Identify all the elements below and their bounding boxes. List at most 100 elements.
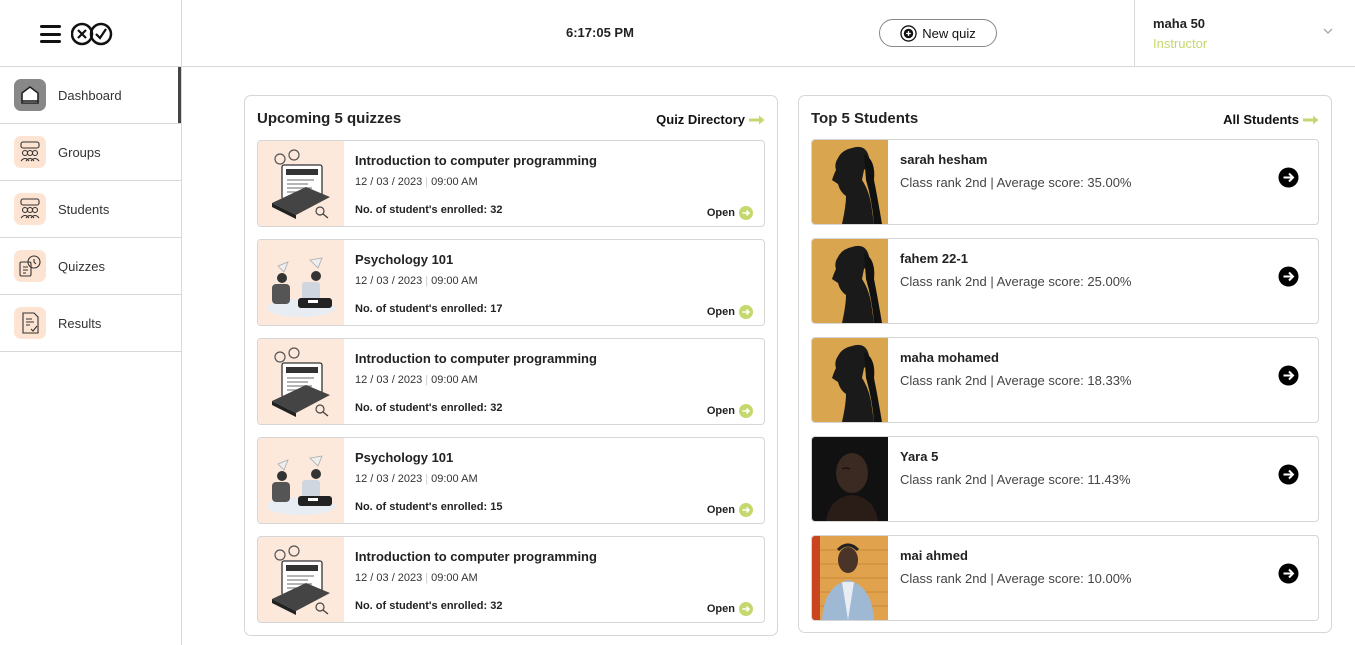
open-label: Open [706, 207, 735, 219]
quiz-card[interactable]: Introduction to computer programming 12 … [257, 536, 765, 623]
xv-logo-icon[interactable] [71, 20, 113, 48]
quiz-card[interactable]: Introduction to computer programming 12 … [257, 140, 765, 227]
arrow-circle-icon [739, 503, 753, 517]
sidebar-item-dashboard[interactable]: Dashboard [0, 67, 181, 124]
arrow-right-circle-icon[interactable] [1278, 464, 1299, 485]
new-quiz-icon [900, 24, 917, 42]
arrow-right-circle-icon[interactable] [1278, 167, 1299, 188]
quiz-datetime: 12 / 03 / 2023 | 09:00 AM [355, 176, 478, 188]
quiz-title: Introduction to computer programming [355, 351, 597, 366]
student-name: mai ahmed [900, 548, 968, 563]
all-students-link[interactable]: All Students [1223, 112, 1319, 127]
quiz-thumbnail [258, 438, 344, 523]
all-students-label: All Students [1223, 112, 1299, 127]
avatar [812, 239, 888, 323]
quiz-directory-link[interactable]: Quiz Directory [656, 112, 765, 127]
sidebar-item-students[interactable]: Students [0, 181, 181, 238]
quiz-card[interactable]: Psychology 101 12 / 03 / 2023 | 09:00 AM N… [257, 239, 765, 326]
quiz-enrolled: No. of student's enrolled: 32 [355, 600, 503, 612]
student-card[interactable]: Yara 5 Class rank 2nd | Average score: 1… [811, 436, 1319, 522]
sidebar-item-results[interactable]: Results [0, 295, 181, 352]
student-name: Yara 5 [900, 449, 939, 464]
open-quiz-button[interactable]: Open [707, 305, 753, 319]
quiz-datetime: 12 / 03 / 2023 | 09:00 AM [355, 374, 478, 386]
quiz-enrolled: No. of student's enrolled: 32 [355, 204, 503, 216]
brand-area [0, 0, 182, 67]
quiz-time: 09:00 AM [431, 176, 478, 188]
sidebar-item-label: Results [58, 315, 102, 331]
top-bar: 6:17:05 PM New quiz maha 50 Instructor [0, 0, 1355, 67]
quiz-datetime: 12 / 03 / 2023 | 09:00 AM [355, 275, 478, 287]
student-card[interactable]: mai ahmed Class rank 2nd | Average score… [811, 535, 1319, 621]
quizzes-icon [14, 250, 46, 282]
user-role: Instructor [1153, 36, 1208, 51]
clock-display: 6:17:05 PM [566, 25, 634, 40]
chevron-down-icon[interactable] [1321, 24, 1335, 38]
sidebar-item-label: Students [58, 201, 110, 217]
sidebar-item-groups[interactable]: Groups [0, 124, 181, 181]
sidebar-item-label: Groups [58, 144, 101, 160]
quiz-date: 12 / 03 / 2023 [355, 275, 423, 287]
open-label: Open [706, 405, 735, 417]
student-card[interactable]: fahem 22-1 Class rank 2nd | Average scor… [811, 238, 1319, 324]
quiz-enrolled: No. of student's enrolled: 32 [355, 402, 503, 414]
students-icon [14, 193, 46, 225]
quiz-date: 12 / 03 / 2023 [355, 572, 423, 584]
quiz-title: Introduction to computer programming [355, 153, 597, 168]
panel-title: Top 5 Students [811, 110, 919, 127]
quiz-title: Psychology 101 [355, 252, 454, 267]
hamburger-icon[interactable] [40, 25, 61, 43]
student-rank-score: Class rank 2nd | Average score: 35.00% [900, 175, 1132, 190]
quiz-datetime: 12 / 03 / 2023 | 09:00 AM [355, 572, 478, 584]
arrow-right-circle-icon[interactable] [1278, 563, 1299, 584]
sidebar-item-quizzes[interactable]: Quizzes [0, 238, 181, 295]
new-quiz-button[interactable]: New quiz [879, 19, 997, 47]
student-card[interactable]: maha mohamed Class rank 2nd | Average sc… [811, 337, 1319, 423]
arrow-right-circle-icon[interactable] [1278, 365, 1299, 386]
quiz-card[interactable]: Psychology 101 12 / 03 / 2023 | 09:00 AM N… [257, 437, 765, 524]
open-quiz-button[interactable]: Open [707, 503, 753, 517]
student-rank-score: Class rank 2nd | Average score: 10.00% [900, 571, 1132, 586]
quiz-title: Psychology 101 [355, 450, 454, 465]
quiz-enrolled: No. of student's enrolled: 15 [355, 501, 503, 513]
arrow-right-icon [749, 115, 765, 124]
quiz-thumbnail [258, 339, 344, 424]
arrow-circle-icon [739, 206, 753, 220]
user-menu[interactable]: maha 50 Instructor [1134, 0, 1355, 66]
student-name: sarah hesham [900, 152, 988, 167]
avatar [812, 437, 888, 521]
student-card[interactable]: sarah hesham Class rank 2nd | Average sc… [811, 139, 1319, 225]
open-quiz-button[interactable]: Open [707, 206, 753, 220]
student-rank-score: Class rank 2nd | Average score: 18.33% [900, 373, 1132, 388]
arrow-right-circle-icon[interactable] [1278, 266, 1299, 287]
arrow-circle-icon [739, 404, 753, 418]
quiz-enrolled: No. of student's enrolled: 17 [355, 303, 503, 315]
open-quiz-button[interactable]: Open [707, 602, 753, 616]
student-name: maha mohamed [900, 350, 999, 365]
quiz-time: 09:00 AM [431, 473, 478, 485]
sidebar: Dashboard Groups Students Quizzes Result… [0, 67, 182, 645]
quiz-date: 12 / 03 / 2023 [355, 374, 423, 386]
open-label: Open [706, 603, 735, 615]
avatar [812, 338, 888, 422]
quiz-time: 09:00 AM [431, 374, 478, 386]
student-rank-score: Class rank 2nd | Average score: 11.43% [900, 472, 1131, 487]
quiz-datetime: 12 / 03 / 2023 | 09:00 AM [355, 473, 478, 485]
quiz-thumbnail [258, 240, 344, 325]
upcoming-quizzes-panel: Upcoming 5 quizzes Quiz Directory Introd… [244, 95, 778, 636]
results-icon [14, 307, 46, 339]
quiz-date: 12 / 03 / 2023 [355, 473, 423, 485]
avatar [812, 536, 888, 620]
panel-title: Upcoming 5 quizzes [257, 110, 402, 127]
quiz-title: Introduction to computer programming [355, 549, 597, 564]
quiz-date: 12 / 03 / 2023 [355, 176, 423, 188]
arrow-circle-icon [739, 305, 753, 319]
open-label: Open [706, 306, 735, 318]
sidebar-item-label: Dashboard [58, 87, 122, 103]
open-quiz-button[interactable]: Open [707, 404, 753, 418]
user-name: maha 50 [1153, 16, 1206, 31]
quiz-thumbnail [258, 537, 344, 622]
home-icon [14, 79, 46, 111]
arrow-circle-icon [739, 602, 753, 616]
quiz-card[interactable]: Introduction to computer programming 12 … [257, 338, 765, 425]
